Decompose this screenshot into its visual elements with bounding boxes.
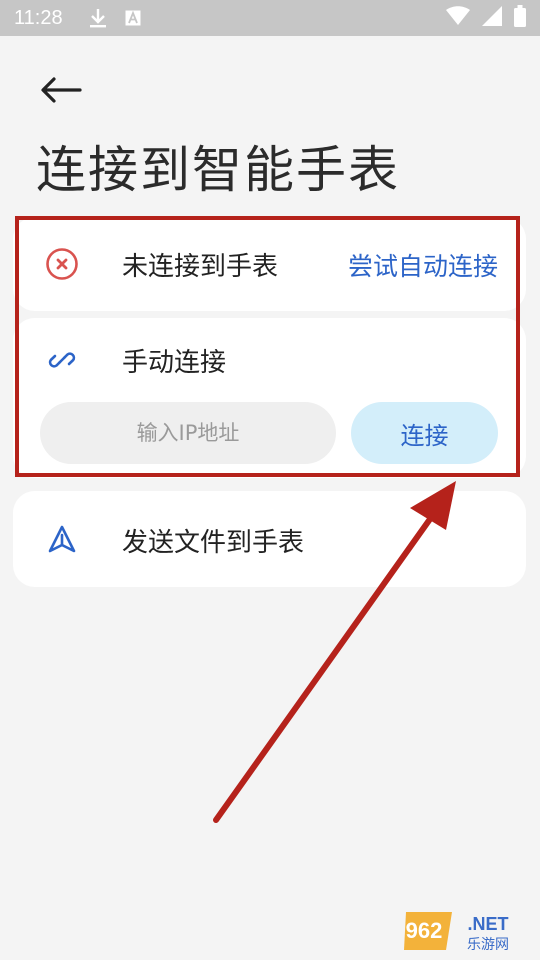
watermark-logo: 962 .NET 乐游网 [402,908,530,954]
battery-icon [514,5,526,31]
svg-text:962: 962 [406,918,443,943]
download-icon [89,8,107,28]
send-file-card[interactable]: 发送文件到手表 [13,491,526,587]
connection-status-text: 未连接到手表 [122,252,279,282]
arrow-left-icon [41,77,82,103]
link-icon [45,343,79,377]
auto-connect-link[interactable]: 尝试自动连接 [348,247,498,283]
svg-text:.NET: .NET [467,914,508,934]
ip-address-input[interactable] [40,402,336,464]
send-triangle-icon [45,522,79,556]
back-button[interactable] [38,72,84,108]
status-bar: 11:28 [0,0,540,36]
wifi-icon [446,6,470,30]
status-time: 11:28 [14,6,63,29]
error-circle-icon [45,247,79,281]
manual-connect-title: 手动连接 [122,348,227,378]
connect-button[interactable]: 连接 [351,402,498,464]
manual-connect-card: 手动连接 连接 [13,318,526,478]
svg-text:乐游网: 乐游网 [467,937,509,953]
connection-status-card: 未连接到手表 尝试自动连接 [13,217,526,311]
send-file-text: 发送文件到手表 [122,528,305,558]
font-a-icon [125,10,141,26]
page-title: 连接到智能手表 [36,141,400,199]
signal-icon [482,6,502,30]
